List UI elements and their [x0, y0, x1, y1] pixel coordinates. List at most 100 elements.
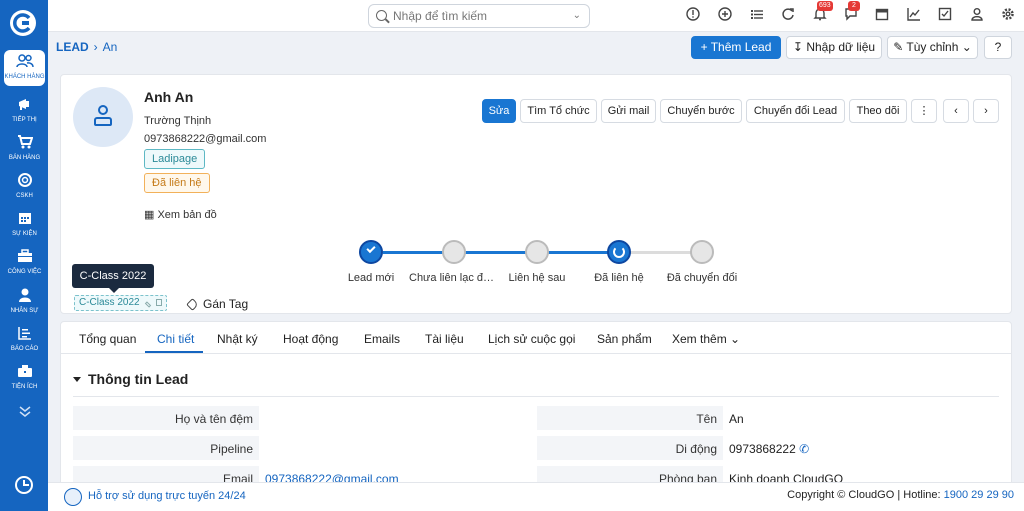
chat-icon[interactable]: 2: [842, 1, 860, 25]
pipeline-step-label: Đã liên hệ: [594, 272, 644, 284]
follow-button[interactable]: Theo dõi: [849, 99, 907, 123]
more-options-button[interactable]: ⋮: [911, 99, 937, 123]
field-label: Pipeline: [210, 442, 253, 456]
zalo-icon[interactable]: [64, 488, 82, 506]
pipeline-step-label: Chưa liên lạc được: [409, 272, 497, 284]
add-tag-button[interactable]: Gán Tag: [186, 297, 249, 311]
breadcrumb-current: An: [102, 40, 118, 54]
hotline-number[interactable]: 1900 29 29 90: [944, 489, 1014, 501]
sidebar-expand-button[interactable]: [4, 400, 45, 420]
customize-button[interactable]: ✎ Tùy chỉnh ⌄: [887, 36, 978, 59]
pipeline-step-da-lien-he[interactable]: [607, 240, 631, 264]
tag-tooltip: C-Class 2022: [72, 264, 154, 293]
pipeline-step-lead-moi[interactable]: [359, 240, 383, 264]
tab-activities[interactable]: Hoạt động: [283, 332, 338, 346]
tab-more[interactable]: Xem thêm ⌄: [672, 332, 740, 346]
section-title[interactable]: Thông tin Lead: [73, 371, 188, 387]
checklist-icon[interactable]: [936, 7, 954, 25]
pipeline-progress-line: [383, 251, 629, 254]
info-icon[interactable]: [684, 7, 702, 25]
search-input[interactable]: [393, 8, 563, 24]
add-circle-icon[interactable]: [716, 7, 734, 25]
mobile-number: 0973868222: [729, 442, 796, 456]
help-icon[interactable]: [15, 476, 33, 494]
field-label: Họ và tên đệm: [174, 412, 253, 426]
breadcrumb-root[interactable]: LEAD: [56, 40, 89, 54]
pipeline-step-chua-lien-lac[interactable]: [442, 240, 466, 264]
refresh-icon: [613, 246, 625, 258]
tab-products[interactable]: Sản phẩm: [597, 332, 652, 346]
previous-record-button[interactable]: ‹: [943, 99, 969, 123]
global-search[interactable]: ⌄: [368, 4, 590, 28]
lead-profile-card: Anh An Trường Thịnh 0973868222@gmail.com…: [60, 74, 1012, 314]
send-mail-button[interactable]: Gửi mail: [601, 99, 656, 123]
tag-icon: [186, 298, 199, 311]
sidebar-item-tasks[interactable]: CÔNG VIỆC: [4, 245, 45, 281]
map-icon: ▦: [144, 209, 155, 221]
sidebar-item-label: BÁN HÀNG: [8, 155, 41, 161]
lead-name: Anh An: [144, 89, 194, 105]
sidebar-item-label: BÁO CÁO: [10, 346, 39, 352]
user-icon[interactable]: [968, 7, 986, 25]
add-tag-label: Gán Tag: [203, 297, 249, 311]
tab-details[interactable]: Chi tiết: [157, 332, 194, 346]
tab-overview[interactable]: Tổng quan: [79, 332, 136, 346]
plus-icon: +: [700, 40, 711, 54]
view-map-link[interactable]: ▦ Xem bản đồ: [144, 208, 217, 221]
sidebar-item-customers[interactable]: KHÁCH HÀNG: [4, 50, 45, 86]
pipeline-step-da-chuyen-doi[interactable]: [690, 240, 714, 264]
pipeline-step-lien-he-sau[interactable]: [525, 240, 549, 264]
chevron-down-icon[interactable]: ⌄: [573, 10, 581, 21]
add-lead-button[interactable]: + Thêm Lead: [691, 36, 781, 59]
field-first-name-value: An: [729, 412, 744, 426]
tab-emails[interactable]: Emails: [364, 332, 400, 346]
trash-icon[interactable]: [155, 299, 162, 306]
sidebar-item-events[interactable]: SỰ KIỆN: [4, 207, 45, 243]
person-icon: [4, 287, 45, 307]
tab-log[interactable]: Nhật ký: [217, 332, 258, 346]
support-icon: [4, 172, 45, 192]
sidebar-item-cskh[interactable]: CSKH: [4, 169, 45, 205]
find-organization-button[interactable]: Tìm Tổ chức: [520, 99, 597, 123]
calendar-icon[interactable]: [873, 7, 891, 25]
tab-call-history[interactable]: Lịch sử cuộc gọi: [488, 332, 575, 346]
move-step-button[interactable]: Chuyển bước: [660, 99, 742, 123]
sidebar-item-marketing[interactable]: TIẾP THỊ: [4, 93, 45, 129]
section-divider: [73, 396, 999, 397]
lead-email: 0973868222@gmail.com: [144, 133, 267, 145]
settings-icon[interactable]: [999, 7, 1017, 25]
field-label: Tên: [696, 412, 717, 426]
report-icon: [4, 325, 45, 345]
pipeline-step-label: Lead mới: [347, 272, 395, 284]
tab-divider: [61, 353, 1011, 354]
sidebar-item-reports[interactable]: BÁO CÁO: [4, 322, 45, 358]
chevron-right-icon: ›: [984, 105, 988, 117]
lead-company: Trường Thịnh: [144, 115, 212, 127]
phone-icon[interactable]: ✆: [799, 442, 809, 456]
field-mobile-value: 0973868222 ✆: [729, 442, 809, 456]
bell-icon[interactable]: 693: [811, 1, 833, 25]
list-icon[interactable]: [748, 7, 766, 25]
next-record-button[interactable]: ›: [973, 99, 999, 123]
help-button[interactable]: ?: [984, 36, 1012, 59]
convert-lead-button[interactable]: Chuyển đổi Lead: [746, 99, 845, 123]
chevron-down-icon: ⌄: [958, 40, 972, 54]
sidebar-item-sales[interactable]: BÁN HÀNG: [4, 131, 45, 167]
pipeline-step-label: Đã chuyển đổi: [666, 272, 738, 284]
chart-icon[interactable]: [905, 7, 923, 25]
source-tag: Ladipage: [144, 149, 206, 169]
sidebar-item-utilities[interactable]: TIỆN ÍCH: [4, 360, 45, 396]
calendar-icon: [4, 210, 45, 230]
edit-button[interactable]: Sửa: [482, 99, 516, 123]
support-link[interactable]: Hỗ trợ sử dụng trực tuyến 24/24: [88, 490, 246, 502]
sidebar-item-label: CÔNG VIỆC: [7, 269, 42, 275]
double-chevron-down-icon: [4, 403, 45, 423]
tab-documents[interactable]: Tài liệu: [425, 332, 464, 346]
edit-icon[interactable]: [144, 301, 151, 308]
sidebar-item-hr[interactable]: NHÂN SỰ: [4, 284, 45, 320]
cloudgo-logo[interactable]: [10, 10, 36, 36]
sidebar-item-label: SỰ KIỆN: [12, 231, 37, 237]
refresh-icon[interactable]: [779, 7, 797, 25]
tag-chip[interactable]: C-Class 2022: [74, 295, 167, 311]
import-data-button[interactable]: ↧ Nhập dữ liệu: [786, 36, 882, 59]
